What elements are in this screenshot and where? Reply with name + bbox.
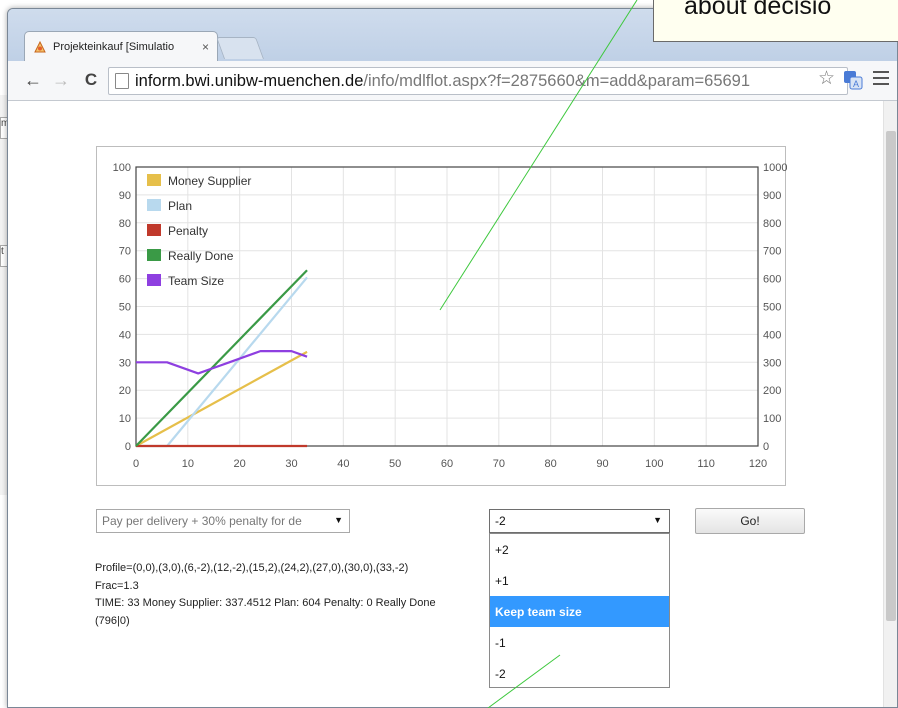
y-left-tick-label: 0	[125, 441, 131, 453]
x-tick-label: 50	[389, 458, 401, 470]
browser-tab[interactable]: Projekteinkauf [Simulatio ×	[24, 31, 218, 61]
y-left-tick-label: 80	[119, 218, 131, 230]
dropdown-option[interactable]: +2	[490, 534, 669, 565]
x-tick-label: 110	[697, 458, 715, 470]
callout-text: about decisio	[684, 0, 832, 20]
x-tick-label: 70	[493, 458, 505, 470]
tail-text: (796|0)	[95, 614, 130, 627]
favicon-icon	[34, 40, 46, 52]
y-right-tick-label: 1000	[763, 162, 787, 174]
bookmark-star-icon[interactable]: ☆	[818, 67, 835, 90]
y-left-tick-label: 70	[119, 246, 131, 258]
dropdown-option[interactable]: -1	[490, 627, 669, 658]
dropdown-option-highlighted[interactable]: Keep team size	[490, 596, 669, 627]
simulation-chart: 0 10 20 30 40 50 60 70 80 90 100 110 120 0 10 20 30 40 50 6…	[113, 162, 787, 470]
x-tick-label: 120	[749, 458, 767, 470]
back-icon[interactable]: ←	[22, 69, 44, 91]
y-right-tick-label: 500	[763, 302, 781, 314]
legend-swatch	[147, 224, 161, 236]
legend-label: Plan	[168, 199, 192, 213]
y-left-tick-label: 60	[119, 274, 131, 286]
legend-swatch	[147, 249, 161, 261]
y-left-tick-label: 100	[113, 162, 131, 174]
forward-icon[interactable]: →	[50, 69, 72, 91]
y-right-tick-label: 900	[763, 190, 781, 202]
series-line	[135, 269, 308, 447]
menu-icon[interactable]	[873, 71, 889, 85]
x-tick-label: 90	[596, 458, 608, 470]
legend-label: Really Done	[168, 249, 234, 263]
y-left-tick-label: 50	[119, 302, 131, 314]
chevron-down-icon: ▼	[653, 515, 662, 525]
tab-close-icon[interactable]: ×	[202, 40, 209, 54]
tab-title: Projekteinkauf [Simulatio	[53, 40, 175, 53]
url-path: /info/mdlflot.aspx?f=2875660&m=add&param…	[363, 71, 751, 90]
profile-text: Profile=(0,0),(3,0),(6,-2),(12,-2),(15,2…	[95, 562, 409, 574]
y-left-tick-label: 90	[119, 190, 131, 202]
legend-swatch	[147, 174, 161, 186]
x-tick-label: 0	[133, 458, 139, 470]
new-tab-button[interactable]	[215, 37, 265, 59]
team-size-select[interactable]: -2 ▼	[489, 509, 670, 533]
time-text: TIME: 33 Money Supplier: 337.4512 Plan: …	[95, 597, 436, 609]
y-right-tick-label: 200	[763, 385, 781, 397]
page-icon	[115, 73, 129, 89]
go-button[interactable]: Go!	[695, 508, 805, 534]
x-tick-label: 40	[337, 458, 349, 470]
x-tick-label: 80	[545, 458, 557, 470]
scroll-thumb[interactable]	[886, 131, 896, 621]
translate-icon[interactable]: A	[843, 70, 863, 90]
reload-icon[interactable]: C	[80, 69, 102, 91]
y-right-tick-label: 600	[763, 274, 781, 286]
dropdown-option[interactable]: +1	[490, 565, 669, 596]
frac-text: Frac=1.3	[95, 579, 139, 592]
chevron-down-icon: ▼	[334, 515, 343, 525]
x-tick-label: 100	[645, 458, 663, 470]
team-size-dropdown: +2 +1 Keep team size -1 -2	[489, 533, 670, 688]
y-right-tick-label: 700	[763, 246, 781, 258]
y-left-tick-label: 30	[119, 357, 131, 369]
legend-label: Team Size	[168, 274, 224, 288]
address-bar[interactable]: inform.bwi.unibw-muenchen.de/info/mdlflo…	[108, 67, 848, 95]
y-right-tick-label: 0	[763, 441, 769, 453]
y-left-tick-label: 20	[119, 385, 131, 397]
url-host: inform.bwi.unibw-muenchen.de	[135, 71, 364, 90]
strategy-select-value: Pay per delivery + 30% penalty for de	[102, 514, 302, 528]
strategy-select[interactable]: Pay per delivery + 30% penalty for de ▼	[96, 509, 350, 533]
legend-label: Money Supplier	[168, 174, 251, 188]
y-right-tick-label: 400	[763, 329, 781, 341]
chart-frame: 0 10 20 30 40 50 60 70 80 90 100 110 120 0 10 20 30 40 50 6…	[96, 146, 787, 486]
team-size-select-value: -2	[495, 514, 506, 528]
legend-swatch	[147, 274, 161, 286]
x-tick-label: 20	[234, 458, 246, 470]
x-tick-label: 60	[441, 458, 453, 470]
annotation-callout: about decisio	[653, 0, 898, 42]
svg-text:A: A	[853, 79, 859, 89]
vertical-scrollbar[interactable]	[883, 101, 897, 707]
dropdown-option[interactable]: -2	[490, 658, 669, 689]
page-content: 0 10 20 30 40 50 60 70 80 90 100 110 120 0 10 20 30 40 50 6…	[8, 101, 897, 707]
y-right-tick-label: 100	[763, 413, 781, 425]
browser-window: Projekteinkauf [Simulatio × ← → C inform…	[7, 8, 898, 708]
y-left-tick-label: 40	[119, 329, 131, 341]
screenshot-stage: m t Projekteinkauf [Simulatio × ← → C in…	[0, 0, 898, 708]
x-tick-label: 30	[285, 458, 297, 470]
browser-toolbar: ← → C inform.bwi.unibw-muenchen.de/info/…	[8, 61, 897, 101]
y-right-tick-label: 800	[763, 218, 781, 230]
legend-swatch	[147, 199, 161, 211]
x-tick-label: 10	[182, 458, 194, 470]
y-right-tick-label: 300	[763, 357, 781, 369]
y-left-tick-label: 10	[119, 413, 131, 425]
legend-label: Penalty	[168, 224, 208, 238]
